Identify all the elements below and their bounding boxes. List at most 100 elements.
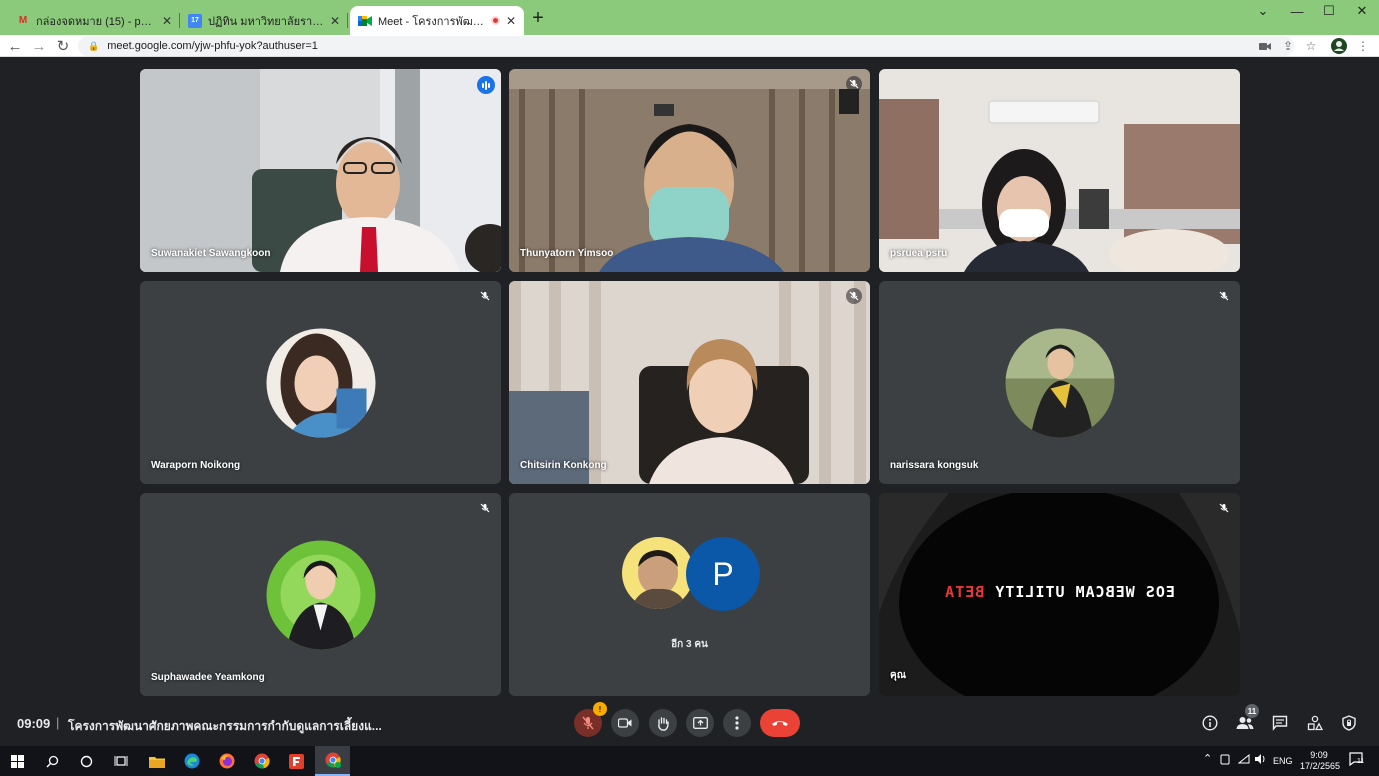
participant-name: narissara kongsuk (890, 460, 979, 471)
address-bar[interactable]: 🔒 meet.google.com/yjw-phfu-yok?authuser=… (78, 36, 1294, 56)
browser-tab-strip: M กล่องจดหมาย (15) - psruea@psru. ✕ 17 ป… (0, 0, 1379, 35)
tray-overflow-icon[interactable]: ⌃ (1203, 752, 1212, 765)
people-icon[interactable]: 11 (1236, 704, 1259, 732)
participant-avatar (1005, 328, 1114, 437)
tab-close-icon[interactable]: ✕ (162, 14, 172, 28)
webcam-beta-text: BETA (944, 583, 985, 601)
tab-search-icon[interactable]: ⌄ (1246, 0, 1280, 22)
participant-avatar-letter: P (686, 537, 760, 611)
participant-tile-self[interactable]: EOS WEBCAM UTILITY BETA คุณ (879, 493, 1240, 696)
url-text: meet.google.com/yjw-phfu-yok?authuser=1 (107, 40, 318, 52)
system-clock[interactable]: 9:09 17/2/2565 (1300, 750, 1341, 772)
raise-hand-button[interactable] (649, 709, 677, 737)
mic-warning-badge: ! (593, 702, 607, 716)
leave-call-button[interactable] (760, 709, 800, 737)
chrome-menu-icon[interactable]: ⋮ (1354, 37, 1372, 55)
more-participants-label: อีก 3 คน (671, 639, 708, 650)
tab-title: Meet - โครงการพัฒนาศักยภาพ (378, 15, 487, 28)
speaking-indicator-icon (477, 76, 495, 94)
participant-name: Suwanakiet Sawangkoon (151, 248, 271, 259)
participant-avatar (622, 537, 694, 609)
participant-tile-suphawadee[interactable]: Suphawadee Yeamkong (140, 493, 501, 696)
participant-tile-narissara[interactable]: narissara kongsuk (879, 281, 1240, 484)
back-arrow-icon[interactable]: ← (4, 35, 26, 57)
windows-start-icon[interactable] (0, 746, 35, 776)
wifi-icon[interactable] (1237, 753, 1250, 766)
input-language[interactable]: ENG (1273, 756, 1293, 766)
profile-avatar-icon[interactable] (1330, 37, 1348, 55)
clock-date: 17/2/2565 (1300, 761, 1341, 771)
tab-close-icon[interactable]: ✕ (330, 14, 340, 28)
chrome-icon[interactable] (244, 746, 279, 776)
edge-icon[interactable] (174, 746, 209, 776)
participant-avatar (266, 540, 375, 649)
participant-avatar (266, 328, 375, 437)
tab-close-icon[interactable]: ✕ (506, 14, 516, 28)
video-feed (509, 281, 870, 484)
notification-center-icon[interactable]: 11 (1349, 752, 1365, 768)
participant-tile-chitsirin[interactable]: Chitsirin Konkong (509, 281, 870, 484)
meeting-separator: | (56, 715, 60, 730)
microphone-toggle-button[interactable]: ! (574, 702, 607, 737)
camera-toggle-button[interactable] (611, 709, 639, 737)
bookmark-star-icon[interactable]: ☆ (1302, 37, 1320, 55)
meeting-time: 09:09 (17, 716, 51, 731)
share-icon[interactable]: ⇪ (1279, 37, 1297, 55)
calendar-icon: 17 (188, 13, 202, 28)
gmail-icon: M (18, 15, 28, 26)
cortana-icon[interactable] (69, 746, 104, 776)
tab-title: กล่องจดหมาย (15) - psruea@psru. (36, 15, 156, 28)
participant-name: Suphawadee Yeamkong (151, 672, 265, 683)
activities-icon[interactable] (1306, 714, 1324, 732)
forward-arrow-icon[interactable]: → (28, 35, 50, 57)
maximize-icon[interactable]: ☐ (1312, 0, 1346, 22)
video-feed (140, 69, 501, 272)
video-feed (509, 69, 870, 272)
mic-off-icon (846, 288, 862, 304)
search-icon[interactable] (35, 746, 70, 776)
clock-time: 9:09 (1310, 750, 1328, 760)
participant-tile-thunyatorn[interactable]: Thunyatorn Yimsoo (509, 69, 870, 272)
device-icon[interactable] (1220, 754, 1230, 767)
mic-off-icon (846, 76, 862, 92)
video-feed (879, 69, 1240, 272)
meeting-title: โครงการพัฒนาศักยภาพคณะกรรมการกำกับดูแลกา… (68, 719, 382, 733)
volume-icon[interactable] (1255, 754, 1267, 766)
meet-icon (358, 14, 372, 28)
chat-icon[interactable] (1271, 714, 1289, 732)
participant-tile-suwanakiet[interactable]: Suwanakiet Sawangkoon (140, 69, 501, 272)
browser-tab-calendar[interactable]: 17 ปฏิทิน มหาวิทยาลัยราชภัฏพิบูลสงคราม ✕ (180, 6, 348, 35)
participant-tile-waraporn[interactable]: Waraporn Noikong (140, 281, 501, 484)
host-controls-icon[interactable] (1340, 714, 1358, 732)
close-window-icon[interactable]: ✕ (1345, 0, 1379, 22)
more-options-icon[interactable] (723, 709, 751, 737)
browser-tab-gmail[interactable]: M กล่องจดหมาย (15) - psruea@psru. ✕ (8, 6, 180, 35)
foxit-reader-icon[interactable] (279, 746, 314, 776)
browser-toolbar: ← → ↻ 🔒 meet.google.com/yjw-phfu-yok?aut… (0, 35, 1379, 57)
camera-in-use-icon[interactable] (1256, 37, 1274, 55)
participant-name: Thunyatorn Yimsoo (520, 248, 614, 259)
browser-tab-meet[interactable]: Meet - โครงการพัฒนาศักยภาพ ✕ (350, 6, 524, 35)
task-view-icon[interactable] (103, 746, 138, 776)
mic-off-icon (477, 500, 493, 516)
notification-count: 11 (1357, 758, 1365, 765)
people-count-badge: 11 (1245, 704, 1259, 718)
reload-icon[interactable]: ↻ (52, 35, 74, 57)
file-explorer-icon[interactable] (139, 746, 174, 776)
chrome-meet-taskbar-icon[interactable] (315, 746, 350, 776)
tab-title: ปฏิทิน มหาวิทยาลัยราชภัฏพิบูลสงคราม (208, 15, 324, 28)
new-tab-button[interactable]: + (528, 8, 548, 28)
minimize-icon[interactable]: — (1280, 0, 1314, 22)
participant-name: Waraporn Noikong (151, 460, 241, 471)
participant-name: คุณ (890, 670, 906, 681)
webcam-utility-watermark: EOS WEBCAM UTILITY BETA (879, 583, 1240, 601)
mic-off-icon (1216, 500, 1232, 516)
meeting-details-icon[interactable] (1201, 714, 1219, 732)
present-screen-button[interactable] (686, 709, 714, 737)
windows-taskbar: ⌃ ENG 9:09 17/2/2565 11 (0, 746, 1379, 776)
firefox-icon[interactable] (209, 746, 244, 776)
participant-tile-others[interactable]: P อีก 3 คน (509, 493, 870, 696)
participant-name: Chitsirin Konkong (520, 460, 607, 471)
mic-off-icon (477, 288, 493, 304)
participant-tile-psruea[interactable]: psruea psru (879, 69, 1240, 272)
